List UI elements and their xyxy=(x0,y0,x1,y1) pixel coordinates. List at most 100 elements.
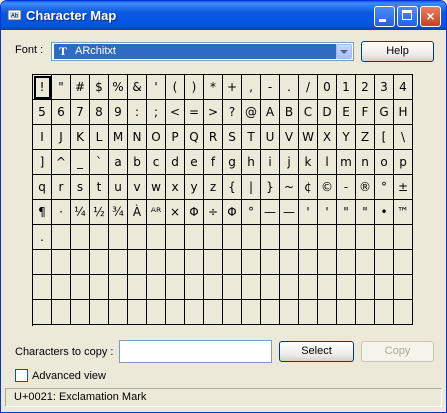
char-cell[interactable] xyxy=(261,275,280,300)
char-cell[interactable]: c xyxy=(147,150,166,175)
char-cell[interactable] xyxy=(375,250,394,275)
char-cell[interactable] xyxy=(71,225,90,250)
char-cell[interactable] xyxy=(280,300,299,325)
char-cell[interactable] xyxy=(394,225,413,250)
help-button[interactable]: Help xyxy=(361,41,434,62)
char-cell[interactable] xyxy=(223,250,242,275)
char-cell[interactable]: ' xyxy=(147,75,166,100)
char-cell[interactable] xyxy=(109,250,128,275)
char-cell[interactable] xyxy=(337,275,356,300)
char-cell[interactable]: y xyxy=(185,175,204,200)
char-cell[interactable]: × xyxy=(166,200,185,225)
char-cell[interactable]: . xyxy=(33,225,52,250)
char-cell[interactable]: T xyxy=(242,125,261,150)
char-cell[interactable] xyxy=(242,300,261,325)
select-button[interactable]: Select xyxy=(279,341,354,362)
char-cell[interactable]: r xyxy=(52,175,71,200)
char-cell[interactable]: ± xyxy=(394,175,413,200)
char-cell[interactable]: ¾ xyxy=(109,200,128,225)
char-cell[interactable]: } xyxy=(261,175,280,200)
char-cell[interactable]: ® xyxy=(356,175,375,200)
char-cell[interactable]: , xyxy=(242,75,261,100)
char-cell[interactable]: · xyxy=(52,200,71,225)
char-cell[interactable]: ' xyxy=(318,200,337,225)
char-cell[interactable]: K xyxy=(71,125,90,150)
char-cell[interactable]: 8 xyxy=(90,100,109,125)
char-cell[interactable]: b xyxy=(128,150,147,175)
char-cell[interactable]: n xyxy=(356,150,375,175)
char-cell[interactable]: g xyxy=(223,150,242,175)
char-cell[interactable] xyxy=(147,300,166,325)
char-cell[interactable] xyxy=(128,225,147,250)
char-cell[interactable] xyxy=(52,275,71,300)
char-cell[interactable] xyxy=(356,300,375,325)
char-cell[interactable]: 3 xyxy=(375,75,394,100)
char-cell[interactable] xyxy=(242,225,261,250)
char-cell[interactable]: : xyxy=(128,100,147,125)
char-cell[interactable] xyxy=(52,225,71,250)
char-cell[interactable]: V xyxy=(280,125,299,150)
char-cell[interactable]: 6 xyxy=(52,100,71,125)
char-cell[interactable]: Φ xyxy=(223,200,242,225)
char-cell[interactable]: x xyxy=(166,175,185,200)
char-cell[interactable] xyxy=(166,250,185,275)
char-cell[interactable]: z xyxy=(204,175,223,200)
char-cell[interactable] xyxy=(204,225,223,250)
char-cell[interactable]: — xyxy=(261,200,280,225)
advanced-view-checkbox[interactable] xyxy=(15,369,28,382)
char-cell[interactable]: M xyxy=(109,125,128,150)
char-cell[interactable]: © xyxy=(318,175,337,200)
char-cell[interactable] xyxy=(375,275,394,300)
char-cell[interactable]: i xyxy=(261,150,280,175)
char-cell[interactable]: H xyxy=(394,100,413,125)
char-cell[interactable] xyxy=(223,300,242,325)
char-cell[interactable] xyxy=(356,250,375,275)
char-cell[interactable]: / xyxy=(299,75,318,100)
char-cell[interactable] xyxy=(128,250,147,275)
char-cell[interactable] xyxy=(394,275,413,300)
char-cell[interactable] xyxy=(261,225,280,250)
char-cell[interactable] xyxy=(166,275,185,300)
char-cell[interactable] xyxy=(185,250,204,275)
char-cell[interactable] xyxy=(299,225,318,250)
char-cell[interactable]: > xyxy=(204,100,223,125)
char-cell[interactable] xyxy=(128,300,147,325)
char-cell[interactable]: k xyxy=(299,150,318,175)
char-cell[interactable]: ° xyxy=(242,200,261,225)
char-cell[interactable]: p xyxy=(394,150,413,175)
char-cell[interactable] xyxy=(242,275,261,300)
char-cell[interactable] xyxy=(223,225,242,250)
char-cell[interactable]: e xyxy=(185,150,204,175)
char-cell[interactable]: + xyxy=(223,75,242,100)
char-cell[interactable]: ) xyxy=(185,75,204,100)
char-cell[interactable] xyxy=(242,250,261,275)
char-cell[interactable] xyxy=(356,225,375,250)
char-cell[interactable]: s xyxy=(71,175,90,200)
close-button[interactable]: × xyxy=(420,6,441,27)
char-cell[interactable]: Y xyxy=(337,125,356,150)
char-cell[interactable]: _ xyxy=(71,150,90,175)
char-cell[interactable] xyxy=(280,225,299,250)
char-cell[interactable] xyxy=(280,275,299,300)
char-cell[interactable]: o xyxy=(375,150,394,175)
char-cell[interactable]: ᴬᴿ xyxy=(147,200,166,225)
char-cell[interactable]: E xyxy=(337,100,356,125)
char-cell[interactable]: R xyxy=(204,125,223,150)
char-cell[interactable]: 2 xyxy=(356,75,375,100)
char-cell[interactable]: < xyxy=(166,100,185,125)
char-cell[interactable] xyxy=(71,300,90,325)
char-cell[interactable]: * xyxy=(204,75,223,100)
char-cell[interactable] xyxy=(185,225,204,250)
char-cell[interactable]: % xyxy=(109,75,128,100)
char-cell[interactable]: t xyxy=(90,175,109,200)
char-cell[interactable]: - xyxy=(261,75,280,100)
char-cell[interactable] xyxy=(90,275,109,300)
char-cell[interactable] xyxy=(147,225,166,250)
char-cell[interactable]: 4 xyxy=(394,75,413,100)
char-cell[interactable] xyxy=(204,250,223,275)
char-cell[interactable]: ™ xyxy=(394,200,413,225)
char-cell[interactable]: u xyxy=(109,175,128,200)
char-cell[interactable]: - xyxy=(337,175,356,200)
copy-button[interactable]: Copy xyxy=(361,341,434,362)
char-cell[interactable]: N xyxy=(128,125,147,150)
